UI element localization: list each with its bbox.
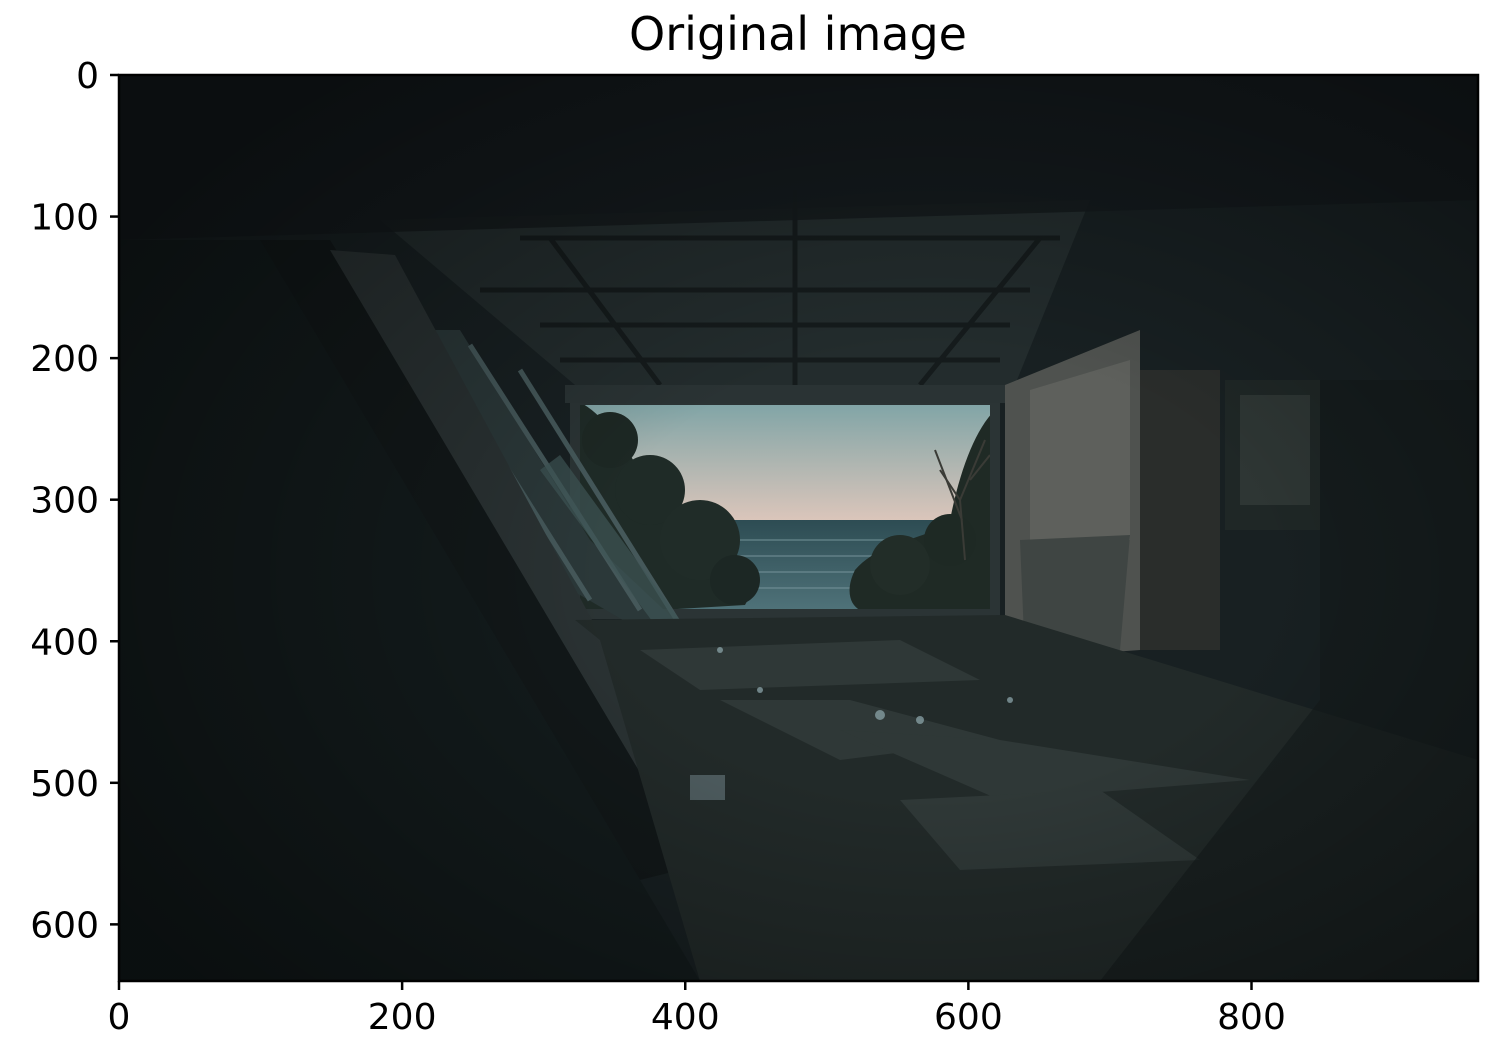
x-tick-label: 800 xyxy=(1217,997,1286,1038)
y-tick-label: 300 xyxy=(30,481,99,522)
y-tick-label: 500 xyxy=(30,764,99,805)
y-tick-label: 0 xyxy=(76,56,99,97)
x-tick-label: 0 xyxy=(108,997,131,1038)
y-axis: 0 100 200 300 400 500 600 xyxy=(30,56,119,946)
x-axis: 0 200 400 600 800 xyxy=(108,981,1286,1038)
x-tick-label: 200 xyxy=(368,997,437,1038)
x-tick-label: 400 xyxy=(651,997,720,1038)
y-tick-label: 100 xyxy=(30,198,99,239)
y-tick-label: 400 xyxy=(30,622,99,663)
photo xyxy=(119,75,1478,981)
x-tick-label: 600 xyxy=(934,997,1003,1038)
y-tick-label: 600 xyxy=(30,905,99,946)
figure: Original image 0 200 400 600 800 0100200… xyxy=(30,7,1480,1038)
y-tick-label: 200 xyxy=(30,339,99,380)
chart-title: Original image xyxy=(629,7,967,61)
